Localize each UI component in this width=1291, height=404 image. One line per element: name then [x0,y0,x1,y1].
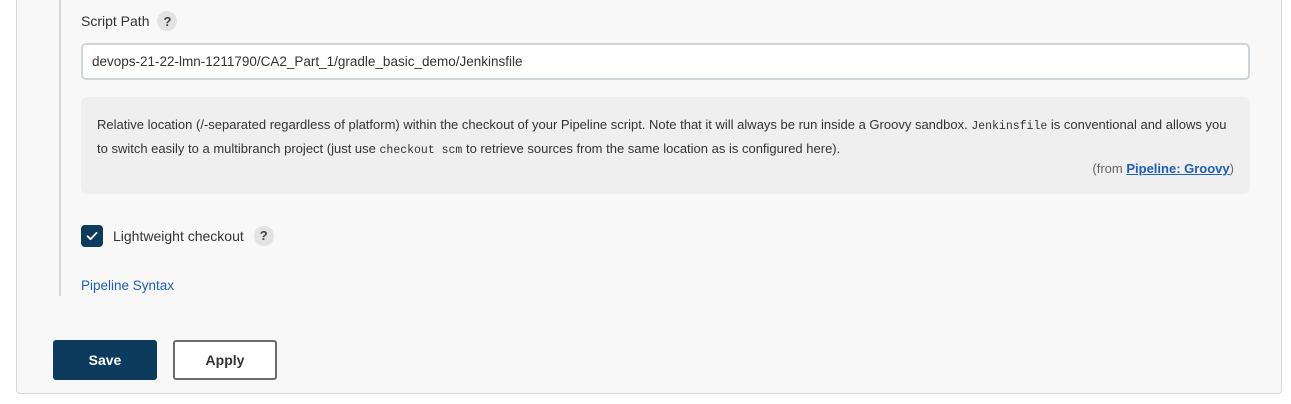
section-indent-line [59,0,61,296]
lightweight-checkout-checkbox[interactable] [81,224,103,247]
pipeline-groovy-link[interactable]: Pipeline: Groovy [1126,161,1229,176]
script-path-help-icon[interactable]: ? [157,11,178,31]
save-button[interactable]: Save [53,340,157,380]
help-code-jenkinsfile: Jenkinsfile [971,120,1048,133]
script-path-label: Script Path [81,13,150,29]
help-text-part3: to retrieve sources from the same locati… [462,141,841,156]
lightweight-checkout-row: Lightweight checkout ? [81,224,274,247]
apply-button[interactable]: Apply [173,340,277,380]
script-path-input[interactable] [81,43,1250,80]
checkmark-icon [86,231,98,240]
pipeline-syntax-link[interactable]: Pipeline Syntax [81,278,174,293]
help-text-part1: Relative location (/-separated regardles… [97,117,972,132]
lightweight-checkout-help-icon[interactable]: ? [253,225,274,246]
help-from-prefix: (from [1092,161,1127,176]
help-from-suffix: ) [1229,161,1234,176]
script-path-label-row: Script Path ? [81,10,178,32]
help-source: (from Pipeline: Groovy) [1092,158,1234,180]
help-code-checkout-scm: checkout scm [379,144,463,157]
script-path-help-box: Relative location (/-separated regardles… [81,97,1250,194]
lightweight-checkout-label[interactable]: Lightweight checkout [113,228,244,244]
